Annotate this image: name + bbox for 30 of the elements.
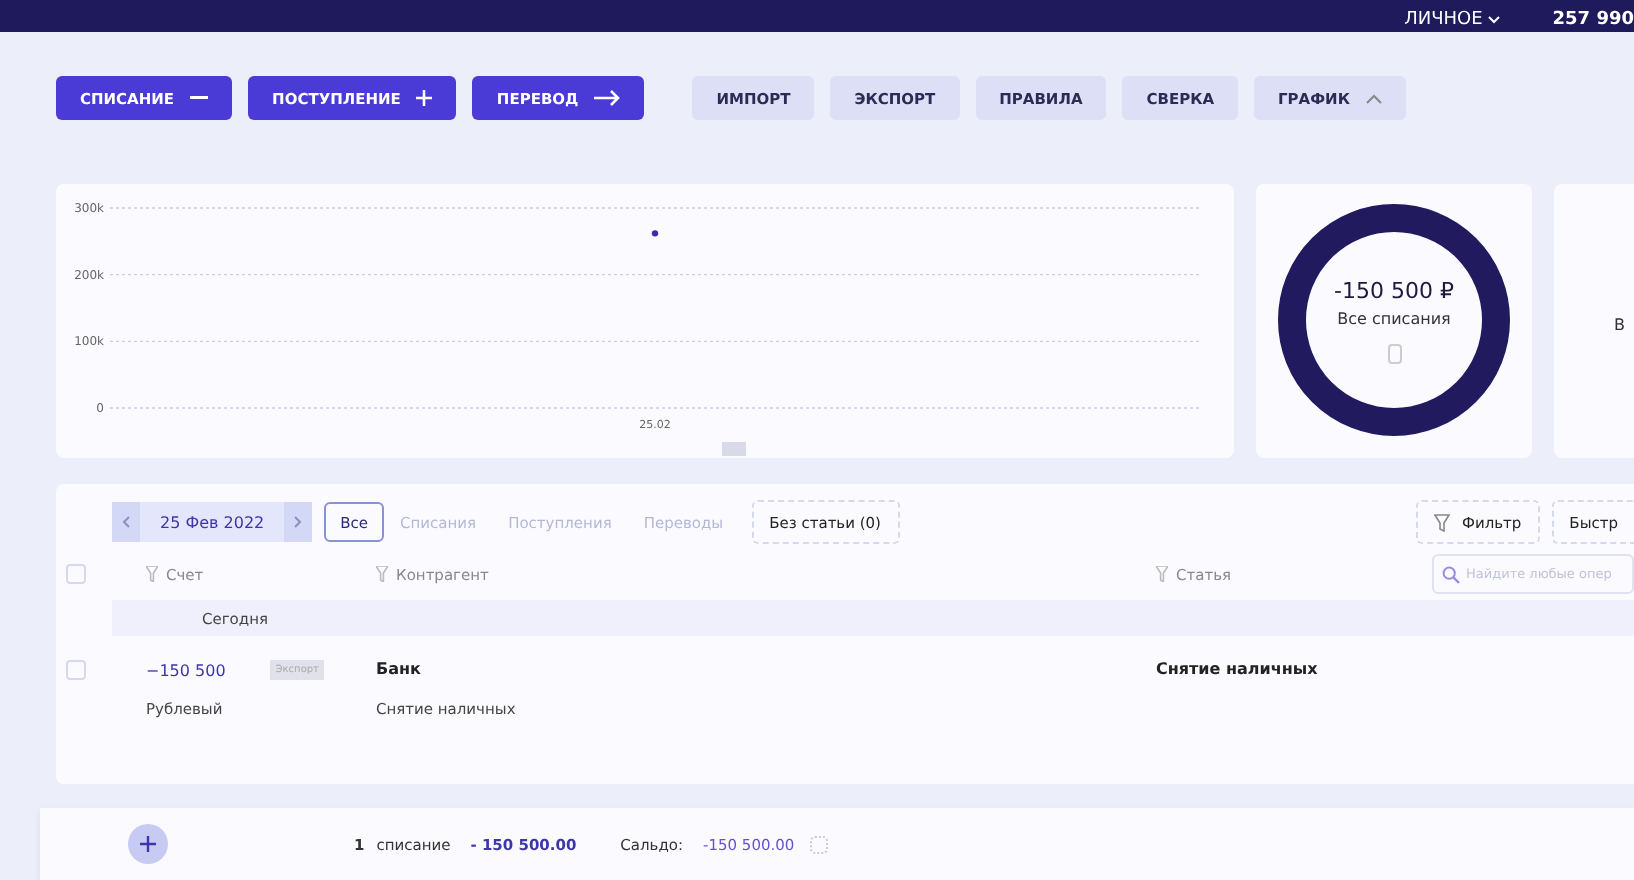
plus-icon (140, 836, 156, 852)
category-cell-text: Снятие наличных (1156, 660, 1320, 680)
chevron-left-icon (122, 515, 130, 527)
counterparty-cell-text: Банк (376, 660, 423, 680)
total-label: В (1614, 315, 1625, 333)
balance-amount: 257 990 (1552, 8, 1634, 32)
minus-icon (190, 96, 209, 100)
arrow-right-icon (594, 90, 621, 106)
row-checkbox[interactable] (66, 660, 86, 680)
search-icon (1442, 565, 1460, 583)
funnel-icon (376, 566, 388, 582)
next-date-button[interactable] (284, 502, 313, 542)
info-icon (810, 835, 829, 853)
chevron-icon (1488, 16, 1501, 24)
collapse-handle-icon[interactable] (722, 442, 746, 456)
document-icon (1387, 344, 1401, 364)
select-all-checkbox[interactable] (66, 564, 86, 584)
plus-icon (416, 90, 433, 106)
funnel-icon (1156, 566, 1168, 582)
funnel-icon (146, 566, 158, 582)
total-label: Все списания (1337, 310, 1451, 328)
add-button[interactable] (128, 824, 168, 864)
date-label: 25 Фев 2022 (158, 513, 267, 531)
chevron-icon (1365, 93, 1382, 103)
chevron-right-icon (294, 515, 303, 527)
profile-menu[interactable]: ЛИЧНОЕ (1404, 8, 1501, 32)
funnel-icon (1433, 513, 1450, 531)
previous-date-button[interactable] (112, 502, 140, 542)
amount-cell: −150 500 (146, 661, 226, 679)
total-amount: -150 500 ₽ (1334, 278, 1454, 304)
